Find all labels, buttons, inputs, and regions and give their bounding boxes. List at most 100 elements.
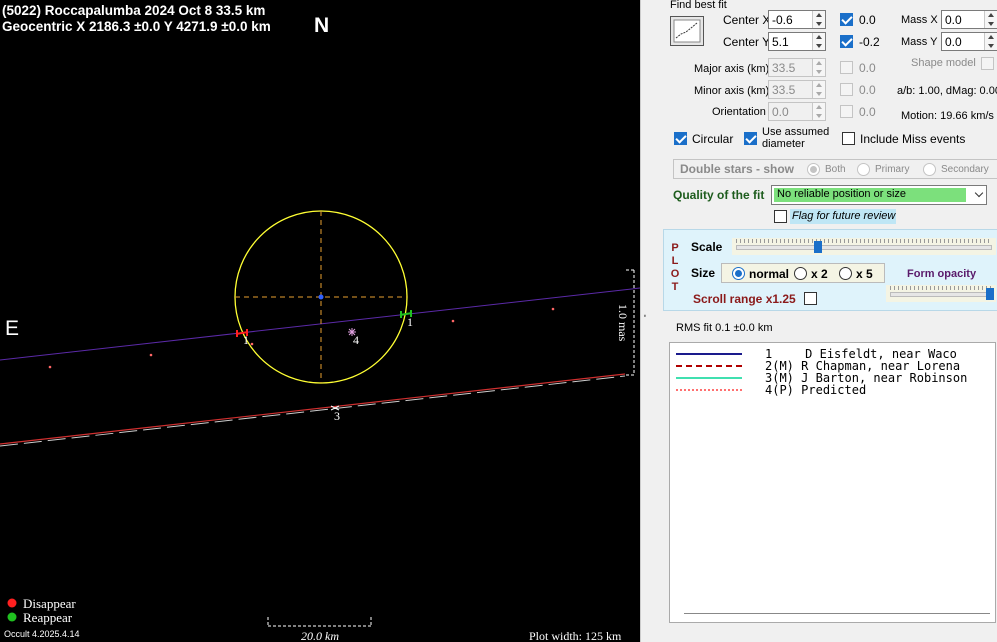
scale-slider[interactable] — [732, 238, 996, 255]
center-x-spinner[interactable]: -0.6 — [768, 10, 826, 29]
tick-mark: ʹ — [644, 314, 646, 325]
legend-line-3 — [676, 377, 742, 379]
size-x5-label: x 5 — [856, 267, 873, 281]
orientation-delta: 0.0 — [859, 105, 876, 119]
quality-value: No reliable position or size — [777, 188, 907, 200]
primary-radio[interactable] — [857, 163, 870, 176]
motion-text: Motion: 19.66 km/s — [901, 110, 994, 122]
include-miss-checkbox[interactable] — [842, 132, 855, 145]
shape-model-checkbox[interactable] — [981, 57, 994, 70]
double-stars-label: Double stars - show — [680, 162, 795, 176]
center-y-arrows[interactable] — [812, 33, 825, 50]
find-best-fit-label: Find best fit — [670, 0, 727, 11]
mass-x-spinner[interactable]: 0.0 — [941, 10, 997, 29]
scale-bar-horizontal — [267, 617, 372, 627]
center-y-label: Center Y — [723, 35, 771, 49]
secondary-radio[interactable] — [923, 163, 936, 176]
opacity-slider[interactable] — [886, 285, 996, 302]
use-assumed-line1: Use assumed — [762, 126, 830, 138]
scale-thumb[interactable] — [814, 241, 822, 253]
size-label: Size — [691, 266, 716, 280]
version-label: Occult 4.2025.4.14 — [4, 629, 80, 639]
center-x-value[interactable]: -0.6 — [772, 13, 793, 27]
center-y-spinner[interactable]: 5.1 — [768, 32, 826, 51]
scale-track — [736, 245, 992, 250]
use-assumed-checkbox[interactable] — [744, 132, 757, 145]
center-x-arrows[interactable] — [812, 11, 825, 28]
mass-y-value[interactable]: 0.0 — [945, 35, 962, 49]
plot-area[interactable]: (5022) Roccapalumba 2024 Oct 8 33.5 km G… — [0, 0, 640, 642]
use-assumed-label: Use assumed diameter — [762, 126, 829, 150]
rms-fit-label: RMS fit 0.1 ±0.0 km — [676, 322, 773, 334]
mass-y-arrows[interactable] — [984, 33, 997, 50]
opacity-ticks — [890, 286, 992, 290]
plot-canvas — [0, 210, 640, 627]
both-radio[interactable] — [807, 163, 820, 176]
plot-vertical-label: P L O T — [670, 242, 680, 294]
find-best-fit-button[interactable] — [670, 16, 704, 46]
mass-x-arrows[interactable] — [984, 11, 997, 28]
size-normal-label: normal — [749, 267, 790, 281]
size-normal-radio[interactable] — [732, 267, 745, 280]
opacity-thumb[interactable] — [986, 288, 994, 300]
legend-row-4: 4(P) Predicted — [670, 384, 990, 396]
form-opacity-label: Form opacity — [907, 268, 977, 280]
minor-axis-checkbox[interactable] — [840, 83, 853, 96]
size-x2-radio[interactable] — [794, 267, 807, 280]
mass-x-label: Mass X — [901, 14, 938, 26]
major-axis-checkbox[interactable] — [840, 61, 853, 74]
predicted-points — [48, 307, 555, 369]
chevron-down-icon[interactable] — [974, 188, 984, 198]
scroll-range-label: Scroll range x1.25 — [693, 292, 796, 306]
flag-review-checkbox[interactable] — [774, 210, 787, 223]
plot-letter-p: P — [671, 242, 679, 254]
secondary-label: Secondary — [941, 164, 989, 175]
center-y-delta: -0.2 — [859, 35, 880, 49]
major-axis-spinner[interactable]: 33.5 — [768, 58, 826, 77]
plot-letter-o: O — [670, 268, 680, 280]
plot-header-title: (5022) Roccapalumba 2024 Oct 8 33.5 km — [2, 3, 266, 18]
scale-ticks — [736, 239, 992, 243]
center-y-checkbox[interactable] — [840, 35, 853, 48]
size-x5-radio[interactable] — [839, 267, 852, 280]
mass-x-value[interactable]: 0.0 — [945, 13, 962, 27]
legend-text-4: Predicted — [801, 383, 867, 397]
scale-label-horizontal: 20.0 km — [301, 629, 339, 642]
center-point — [318, 294, 324, 300]
legend-line-1 — [676, 353, 742, 355]
circular-checkbox[interactable] — [674, 132, 687, 145]
minor-axis-arrows[interactable] — [812, 81, 825, 98]
legend-idx-4: 4(P) Predicted — [765, 383, 867, 397]
orientation-spinner[interactable]: 0.0 — [768, 102, 826, 121]
orientation-checkbox[interactable] — [840, 105, 853, 118]
scale-label-vertical: 1.0 mas — [616, 304, 630, 342]
flag-review-label[interactable]: Flag for future review — [792, 210, 895, 222]
major-axis-delta: 0.0 — [859, 61, 876, 75]
reappear-label: Reappear — [23, 610, 73, 625]
circular-label: Circular — [692, 132, 734, 146]
east-label: E — [5, 317, 20, 340]
plot-letter-t: T — [671, 281, 679, 293]
quality-dropdown[interactable]: No reliable position or size — [771, 185, 987, 205]
use-assumed-line2: diameter — [762, 138, 805, 150]
observer-legend[interactable]: 1 D Eisfeldt, near Waco 2(M) R Chapman, … — [669, 342, 996, 623]
chord-label-3: 3 — [334, 409, 340, 423]
chord-label-1b: 1 — [407, 315, 413, 329]
center-y-value[interactable]: 5.1 — [772, 35, 789, 49]
scroll-range-checkbox[interactable] — [804, 292, 817, 305]
major-axis-arrows[interactable] — [812, 59, 825, 76]
fit-curve-icon — [673, 19, 701, 43]
ab-dmag-text: a/b: 1.00, dMag: 0.00 — [897, 85, 997, 97]
minor-axis-spinner[interactable]: 33.5 — [768, 80, 826, 99]
orientation-value[interactable]: 0.0 — [772, 105, 789, 119]
minor-axis-delta: 0.0 — [859, 83, 876, 97]
center-x-checkbox[interactable] — [840, 13, 853, 26]
legend-scrollbar[interactable] — [684, 613, 990, 616]
orientation-arrows[interactable] — [812, 103, 825, 120]
mass-y-spinner[interactable]: 0.0 — [941, 32, 997, 51]
plot-header-geocentric: Geocentric X 2186.3 ±0.0 Y 4271.9 ±0.0 k… — [2, 19, 271, 34]
legend-line-4 — [676, 389, 742, 391]
major-axis-value[interactable]: 33.5 — [772, 61, 795, 75]
minor-axis-value[interactable]: 33.5 — [772, 83, 795, 97]
minor-axis-label: Minor axis (km) — [694, 85, 770, 97]
